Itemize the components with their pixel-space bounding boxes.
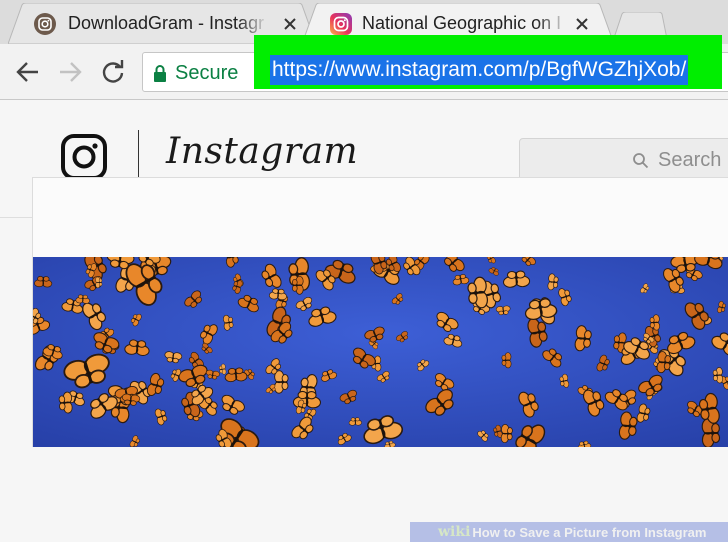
search-placeholder: Search bbox=[658, 149, 722, 171]
watermark-brand: wiki bbox=[438, 524, 471, 540]
instagram-wordmark[interactable]: Instagram bbox=[166, 131, 358, 172]
watermark-title: How to Save a Picture from Instagram bbox=[472, 524, 707, 540]
secure-indicator[interactable]: Secure bbox=[153, 61, 238, 85]
instagram-favicon-icon bbox=[330, 13, 352, 35]
back-arrow-icon[interactable] bbox=[14, 58, 42, 86]
post-photo-butterflies[interactable] bbox=[33, 257, 728, 447]
forward-arrow-icon[interactable] bbox=[56, 58, 84, 86]
url-text-selected[interactable]: https://www.instagram.com/p/BgfWGZhjXob/ bbox=[270, 55, 689, 85]
lock-icon bbox=[154, 65, 166, 82]
close-icon[interactable] bbox=[574, 16, 590, 32]
instagram-favicon-icon bbox=[34, 13, 56, 35]
search-icon bbox=[633, 153, 649, 169]
reload-icon[interactable] bbox=[99, 58, 127, 86]
close-icon[interactable] bbox=[282, 16, 298, 32]
butterfly-photo-image bbox=[33, 257, 728, 447]
tab-title: DownloadGram - Instagr bbox=[68, 13, 265, 33]
wikihow-watermark: wiki How to Save a Picture from Instagra… bbox=[410, 522, 728, 542]
tab-title: National Geographic on I bbox=[362, 13, 562, 33]
secure-label: Secure bbox=[175, 61, 239, 84]
search-input[interactable]: Search bbox=[519, 138, 728, 182]
instagram-camera-icon[interactable] bbox=[60, 133, 108, 181]
header-divider bbox=[138, 130, 139, 180]
